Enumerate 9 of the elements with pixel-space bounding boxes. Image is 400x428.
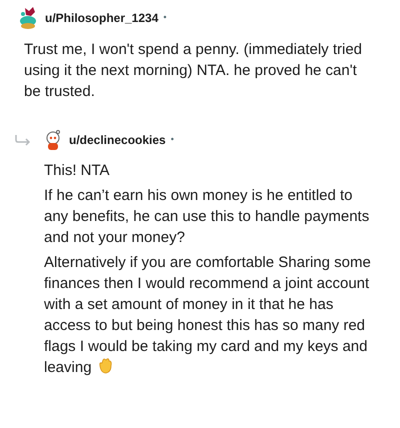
comment-text: Trust me, I won't spend a penny. (immediately tried using it the next morning) NTA. he proved he can't be trusted. xyxy=(24,40,364,102)
username-link[interactable]: u/Philosopher_1234 xyxy=(45,9,158,27)
comment-text: This! NTA xyxy=(44,161,111,181)
comment-text: Alternatively if you are comfortable Sharing some finances then I would recommend a joint account with a set amount of money in it that he has access to but being honest this has so many red flags I would be taking my card and my keys and leaving xyxy=(44,253,372,378)
separator-dot: • xyxy=(163,11,167,24)
avatar-icon[interactable] xyxy=(17,6,39,30)
username-link[interactable]: u/declinecookies xyxy=(69,131,166,149)
separator-dot: • xyxy=(170,133,174,146)
comment-text: If he can’t earn his own money is he entitled to any benefits, he can use this to handle payments and not your money? xyxy=(44,186,370,248)
